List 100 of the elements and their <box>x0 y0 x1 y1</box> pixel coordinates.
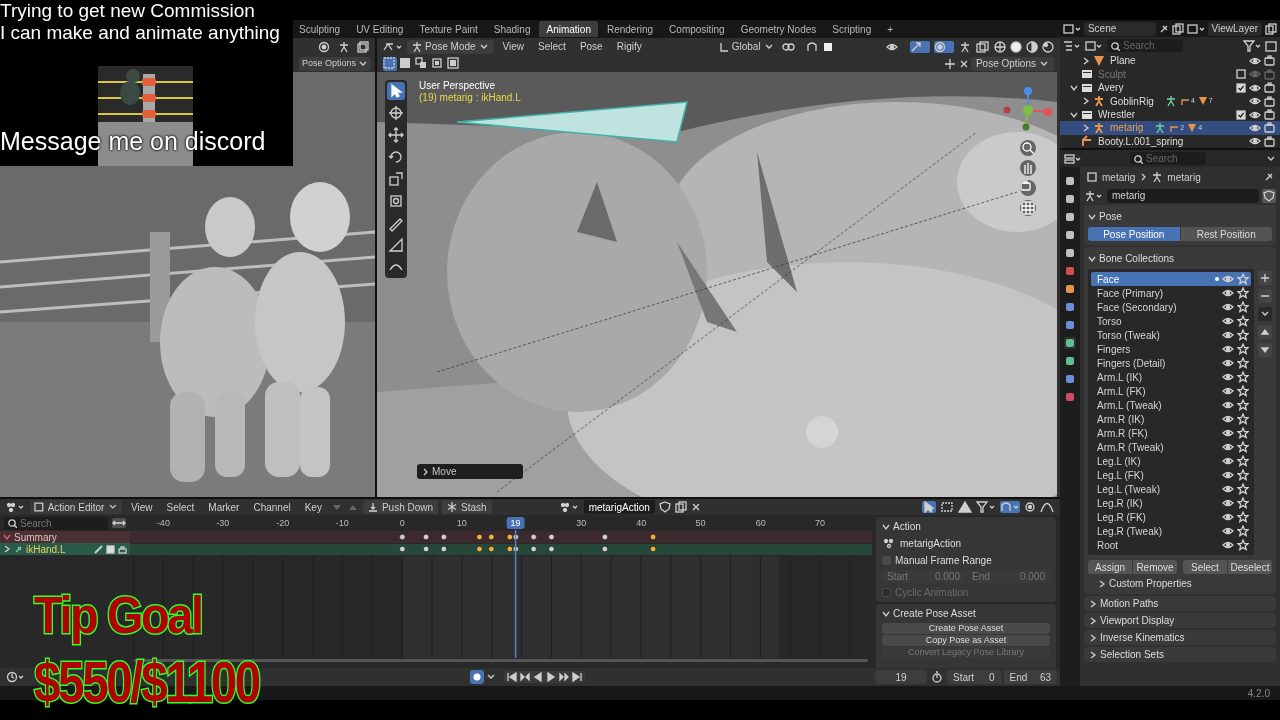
list-row[interactable]: Root <box>1091 538 1251 552</box>
action-button[interactable]: Select <box>1183 560 1227 574</box>
search-field[interactable]: Search <box>4 516 108 530</box>
workspace-tab[interactable]: Shading <box>486 21 538 37</box>
segment-button[interactable]: Pose Position <box>1088 227 1180 241</box>
list-label: Face (Primary) <box>1097 286 1165 301</box>
outliner-label[interactable]: Wrestler <box>1096 107 1136 122</box>
orientation-dropdown[interactable]: Global <box>714 39 778 54</box>
menu-item[interactable]: Channel <box>248 499 296 515</box>
list-row[interactable]: Arm.R (Tweak) <box>1091 440 1251 454</box>
outliner-row[interactable]: Avery <box>1060 81 1280 95</box>
panel-title[interactable]: Custom Properties <box>1109 576 1192 591</box>
channel-row[interactable]: ikHand.L <box>0 543 130 555</box>
collapsed-panel[interactable]: Selection Sets <box>1084 647 1276 662</box>
list-row[interactable]: Arm.R (IK) <box>1091 412 1251 426</box>
list-row[interactable]: Torso <box>1091 314 1251 328</box>
push-down-button[interactable]: Push Down <box>362 500 439 514</box>
list-row[interactable]: Arm.L (IK) <box>1091 370 1251 384</box>
segment-button[interactable]: Rest Position <box>1180 227 1272 241</box>
list-label: Torso <box>1097 314 1123 329</box>
outliner-row[interactable]: Wrestler <box>1060 107 1280 122</box>
list-row[interactable]: Leg.R (Tweak) <box>1091 524 1251 538</box>
action-button[interactable]: Remove <box>1133 560 1177 574</box>
last-operator-panel[interactable]: Move <box>417 464 523 479</box>
workspace-tab[interactable]: + <box>880 21 901 37</box>
list-label: Root <box>1097 538 1120 553</box>
list-row[interactable]: Face (Primary) <box>1091 286 1251 300</box>
list-row[interactable]: Leg.R (IK) <box>1091 496 1251 510</box>
list-row[interactable]: Arm.R (FK) <box>1091 426 1251 440</box>
frame-number: -30 <box>216 518 230 528</box>
field-label: Start <box>953 670 975 685</box>
outliner-row[interactable]: Plane <box>1060 54 1280 68</box>
panel-button[interactable]: Copy Pose as Asset <box>882 635 1050 646</box>
list-row[interactable]: Leg.L (Tweak) <box>1091 482 1251 496</box>
menu-item[interactable]: Select <box>161 499 200 515</box>
panel-title: Viewport Display <box>1100 614 1175 628</box>
menu-item[interactable]: Pose <box>574 39 608 54</box>
panel-title[interactable]: Bone Collections <box>1099 251 1175 266</box>
panel-title[interactable]: Action <box>893 519 921 534</box>
menu-item[interactable]: Select <box>533 39 571 54</box>
list-label: Arm.L (FK) <box>1097 384 1147 399</box>
workspace-tab[interactable]: Geometry Nodes <box>733 21 824 37</box>
list-row[interactable]: Leg.L (FK) <box>1091 468 1251 482</box>
action-button[interactable]: Assign <box>1088 560 1132 574</box>
list-row[interactable]: Face <box>1091 272 1251 286</box>
collapsed-panel[interactable]: Motion Paths <box>1084 596 1276 611</box>
list-label: Arm.L (IK) <box>1097 370 1144 385</box>
outliner-label[interactable]: Avery <box>1096 80 1124 96</box>
menu-item[interactable]: View <box>126 499 158 515</box>
list-row[interactable]: Arm.L (Tweak) <box>1091 398 1251 412</box>
playhead-frame-label[interactable]: 19 <box>506 517 525 529</box>
workspace-tab[interactable]: Rendering <box>599 21 661 37</box>
field-label: End <box>1009 670 1028 685</box>
collapsed-panel[interactable]: Inverse Kinematics <box>1084 630 1276 645</box>
list-row[interactable]: Face (Secondary) <box>1091 300 1251 314</box>
current-frame-field[interactable]: 19 <box>875 670 927 684</box>
scene-field[interactable]: Scene <box>1083 21 1156 36</box>
list-row[interactable]: Fingers (Detail) <box>1091 356 1251 370</box>
stash-button[interactable]: Stash <box>442 500 492 514</box>
channel-row[interactable]: Summary <box>0 531 130 543</box>
list-label: Leg.R (FK) <box>1097 510 1147 525</box>
pose-options-dropdown[interactable]: Pose Options <box>298 56 371 71</box>
frame-number: 30 <box>576 518 587 528</box>
menu-item[interactable]: Marker <box>203 499 245 515</box>
list-row[interactable]: Leg.R (FK) <box>1091 510 1251 524</box>
panel-title[interactable]: Pose <box>1099 209 1122 224</box>
panel-button[interactable]: Create Pose Asset <box>882 623 1050 634</box>
mode-dropdown[interactable]: Pose Mode <box>407 39 494 54</box>
menu-item[interactable]: View <box>497 39 530 54</box>
breadcrumb-item[interactable]: metarig <box>1167 169 1201 185</box>
workspace-tab[interactable]: Compositing <box>662 21 732 37</box>
name-field[interactable]: metarig <box>1107 188 1259 203</box>
pose-options-dropdown[interactable]: Pose Options <box>970 56 1054 71</box>
action-button[interactable]: Deselect <box>1228 560 1272 574</box>
outliner-row[interactable]: Booty.L.001_spring <box>1060 134 1280 148</box>
panel-title: Motion Paths <box>1100 597 1159 611</box>
checkbox-label[interactable]: Manual Frame Range <box>895 553 992 568</box>
end-frame-field[interactable]: End 63 <box>1003 670 1057 684</box>
view-layer-field[interactable]: ViewLayer <box>1207 21 1263 36</box>
workspace-tab[interactable]: Scripting <box>825 21 879 37</box>
list-row[interactable]: Leg.L (IK) <box>1091 454 1251 468</box>
outliner-label[interactable]: GoblinRig <box>1108 93 1154 109</box>
list-row[interactable]: Arm.L (FK) <box>1091 384 1251 398</box>
mode-dropdown[interactable]: Action Editor <box>30 500 122 514</box>
workspace-tab[interactable]: Texture Paint <box>412 21 485 37</box>
start-frame-field[interactable]: Start 0 <box>947 670 1001 684</box>
workspace-tab[interactable]: Sculpting <box>292 21 348 37</box>
menu-item[interactable]: Rigify <box>611 39 647 54</box>
outliner-label[interactable]: metarig <box>1108 120 1144 136</box>
workspace-tab[interactable]: Animation <box>539 21 598 37</box>
collapsed-panel[interactable]: Viewport Display <box>1084 613 1276 628</box>
list-row[interactable]: Fingers <box>1091 342 1251 356</box>
menu-item[interactable]: Key <box>299 499 327 515</box>
action-name-field[interactable]: metarigAction <box>583 500 655 514</box>
breadcrumb-item[interactable]: metarig <box>1102 169 1136 185</box>
workspace-tab[interactable]: UV Editing <box>349 21 411 37</box>
outliner-label[interactable]: Plane <box>1108 53 1136 69</box>
panel-title[interactable]: Create Pose Asset <box>893 606 976 621</box>
outliner-label[interactable]: Booty.L.001_spring <box>1096 133 1184 149</box>
list-row[interactable]: Torso (Tweak) <box>1091 328 1251 342</box>
